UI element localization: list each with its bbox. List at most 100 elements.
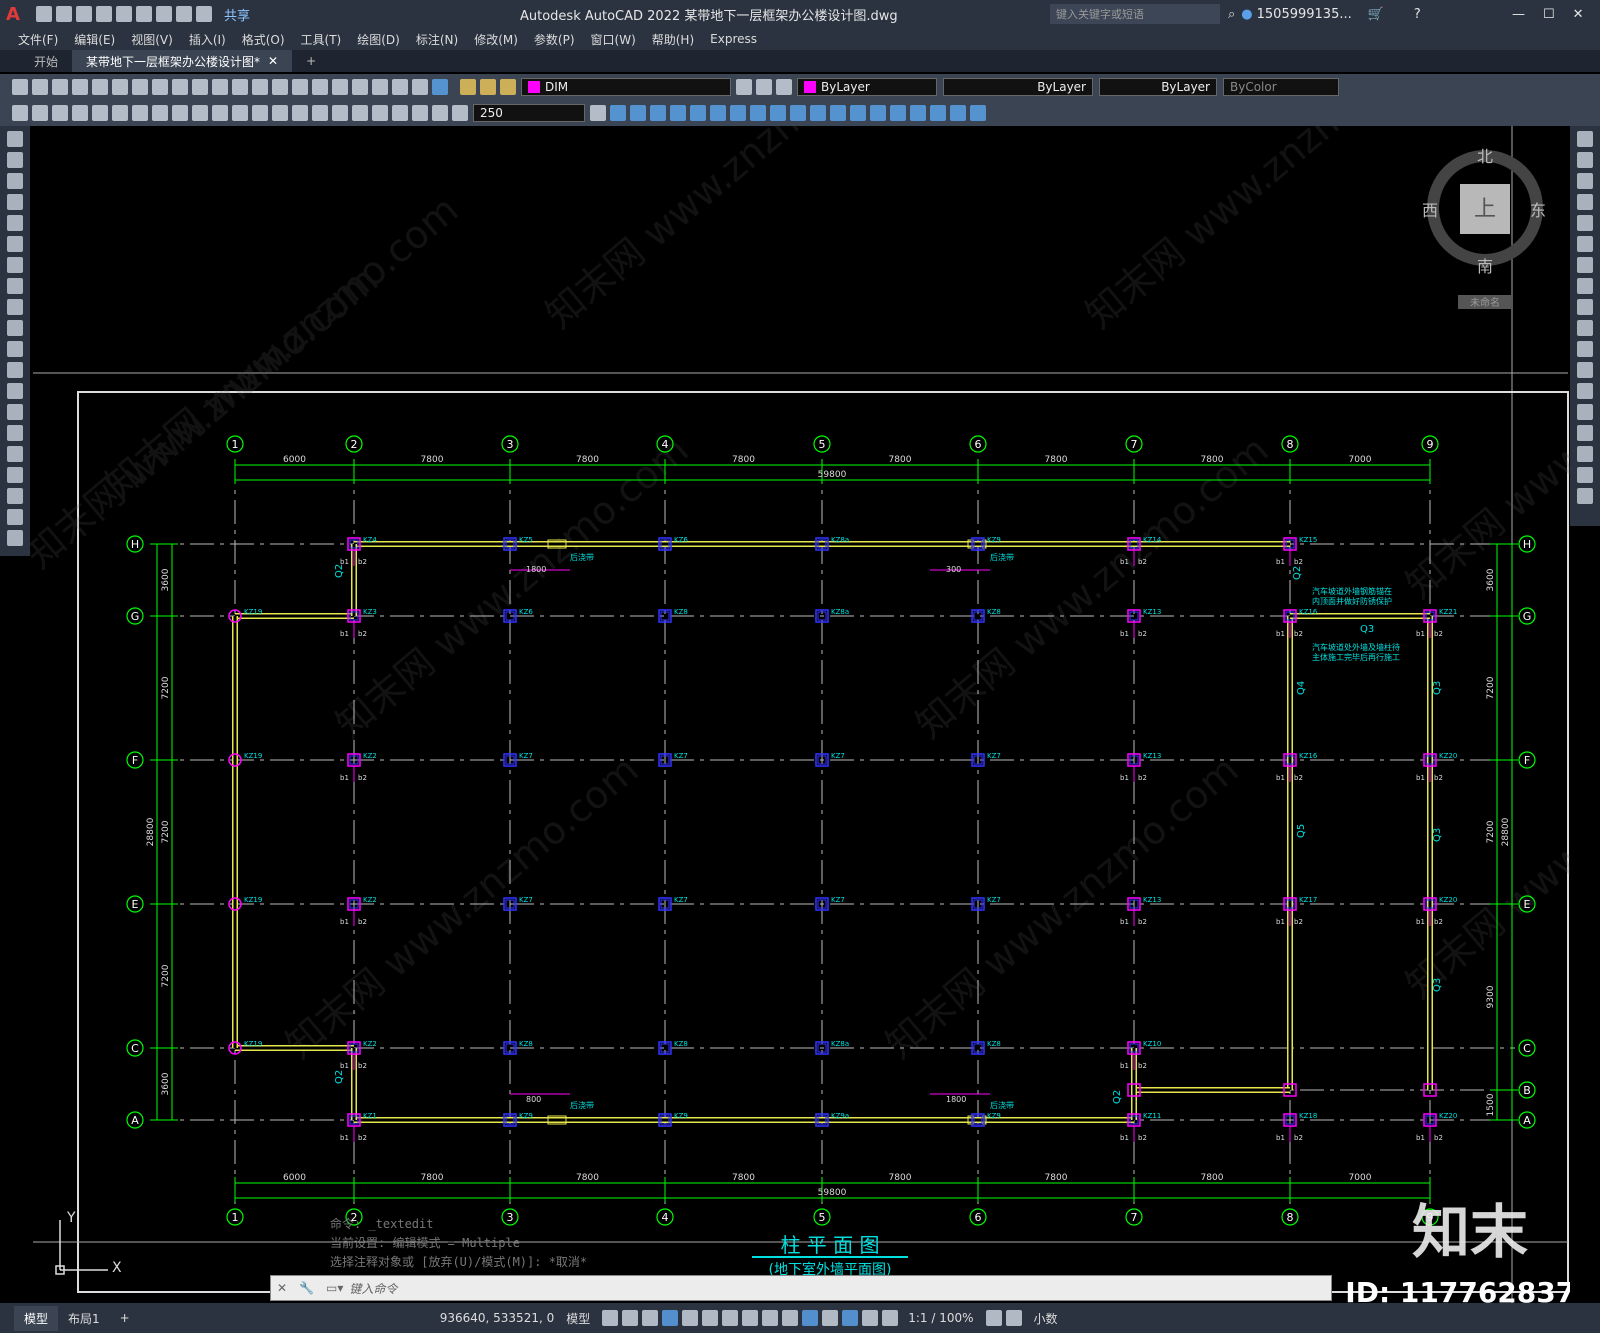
explode-icon[interactable] <box>1577 488 1593 504</box>
region-icon[interactable] <box>870 105 886 121</box>
blend-icon[interactable] <box>1577 467 1593 483</box>
layer-freeze-icon[interactable] <box>480 79 496 95</box>
cmd-customize-icon[interactable]: 🔧 <box>293 1281 320 1295</box>
plotstyle-dropdown[interactable]: ByColor <box>1223 78 1339 96</box>
circle-icon[interactable] <box>7 257 23 273</box>
share-button[interactable]: 共享 <box>224 5 250 24</box>
layer-lock-icon[interactable] <box>500 79 516 95</box>
copy-object-icon[interactable] <box>1577 152 1593 168</box>
menu-item-1[interactable]: 编辑(E) <box>66 31 123 48</box>
close-button[interactable]: ✕ <box>1573 7 1584 22</box>
zoom-icon[interactable] <box>272 79 288 95</box>
dim-aligned-icon[interactable] <box>92 105 108 121</box>
cmd-close-icon[interactable]: ✕ <box>271 1281 293 1295</box>
ortho-icon[interactable] <box>642 1310 659 1326</box>
add-selected-icon[interactable] <box>7 530 23 546</box>
viewcube-north[interactable]: 北 <box>1477 147 1493 166</box>
spline-icon[interactable] <box>7 299 23 315</box>
dim-radius-icon[interactable] <box>152 105 168 121</box>
open-web-icon[interactable] <box>115 6 132 22</box>
insert-icon[interactable] <box>630 105 646 121</box>
dynamic-ucs-icon[interactable] <box>802 1310 819 1326</box>
dim-diameter-icon[interactable] <box>192 105 208 121</box>
dim-ordinate-icon[interactable] <box>132 105 148 121</box>
pan-icon[interactable] <box>252 79 268 95</box>
point-icon[interactable] <box>7 404 23 420</box>
annotation-visibility-icon[interactable] <box>862 1310 879 1326</box>
viewcube-west[interactable]: 西 <box>1422 201 1438 220</box>
new-icon[interactable] <box>35 6 52 22</box>
filter-icon[interactable] <box>822 1310 839 1326</box>
layer-on-icon[interactable] <box>460 79 476 95</box>
add-layout-button[interactable]: + <box>110 1307 140 1329</box>
menu-item-11[interactable]: 帮助(H) <box>644 31 702 48</box>
arc-icon[interactable] <box>7 236 23 252</box>
plot-icon[interactable] <box>155 6 172 22</box>
join-icon[interactable] <box>1577 404 1593 420</box>
mirror-icon[interactable] <box>1577 173 1593 189</box>
xref-icon[interactable] <box>690 105 706 121</box>
copy-icon[interactable] <box>152 79 168 95</box>
publish-icon[interactable] <box>112 79 128 95</box>
model-space-toggle[interactable]: 模型 <box>566 1310 590 1327</box>
polygon-icon[interactable] <box>7 194 23 210</box>
units-dropdown[interactable]: 小数 <box>1034 1310 1058 1327</box>
autocad-logo[interactable]: A <box>6 4 20 25</box>
menu-item-0[interactable]: 文件(F) <box>10 31 66 48</box>
dim-arc-icon[interactable] <box>112 105 128 121</box>
rotate-icon[interactable] <box>1577 257 1593 273</box>
polar-icon[interactable] <box>662 1310 679 1326</box>
tolerance-icon[interactable] <box>332 105 348 121</box>
dim-update-icon[interactable] <box>452 105 468 121</box>
saveas-icon[interactable] <box>95 6 112 22</box>
menu-item-10[interactable]: 窗口(W) <box>583 31 644 48</box>
plot-icon[interactable] <box>32 105 48 121</box>
cut-icon[interactable] <box>132 79 148 95</box>
break-point-icon[interactable] <box>1577 362 1593 378</box>
dim-break-icon[interactable] <box>312 105 328 121</box>
layer-dropdown[interactable]: DIM <box>521 78 731 96</box>
table-icon[interactable] <box>7 488 23 504</box>
cart-icon[interactable]: 🛒 <box>1368 7 1384 22</box>
group-icon[interactable] <box>790 105 806 121</box>
save-icon[interactable] <box>75 6 92 22</box>
line-icon[interactable] <box>7 131 23 147</box>
designcenter-icon[interactable] <box>332 79 348 95</box>
lineweight-icon[interactable] <box>742 1310 759 1326</box>
grid-icon[interactable] <box>602 1310 619 1326</box>
wipeout-icon[interactable] <box>970 105 986 121</box>
menu-item-3[interactable]: 插入(I) <box>181 31 234 48</box>
extend-icon[interactable] <box>1577 341 1593 357</box>
dim-textedit-icon[interactable] <box>432 105 448 121</box>
linetype-dropdown[interactable]: ByLayer <box>943 78 1093 96</box>
ole-icon[interactable] <box>750 105 766 121</box>
drawing-canvas[interactable]: 知末网 www.znzmo.com知末网 www.znzmo.com 知末网 ww… <box>30 126 1570 1303</box>
mtext-icon[interactable] <box>910 105 926 121</box>
properties-icon[interactable] <box>312 79 328 95</box>
isodraft-icon[interactable] <box>682 1310 699 1326</box>
save-icon[interactable] <box>52 79 68 95</box>
insert-block-icon[interactable] <box>7 362 23 378</box>
layers-icon[interactable] <box>52 105 68 121</box>
break-icon[interactable] <box>1577 383 1593 399</box>
user-name[interactable]: 1505999135... <box>1257 7 1352 22</box>
open-icon[interactable] <box>55 6 72 22</box>
search-icon[interactable]: ⌕ <box>1228 7 1235 22</box>
dim-space-icon[interactable] <box>292 105 308 121</box>
print-icon[interactable] <box>72 79 88 95</box>
menu-item-4[interactable]: 格式(O) <box>234 31 293 48</box>
dim-angular-icon[interactable] <box>212 105 228 121</box>
help-icon[interactable] <box>432 79 448 95</box>
toolpalette-icon[interactable] <box>352 79 368 95</box>
command-line[interactable]: ✕ 🔧 ▭▾ 键入命令 <box>270 1275 1332 1301</box>
selection-cycling-icon[interactable] <box>782 1310 799 1326</box>
autoscale-icon[interactable] <box>882 1310 899 1326</box>
scale-icon[interactable] <box>1577 278 1593 294</box>
point-icon[interactable] <box>930 105 946 121</box>
layer-previous-icon[interactable] <box>736 79 752 95</box>
markup-icon[interactable] <box>392 79 408 95</box>
annotation-scale[interactable]: 1:1 / 100% <box>908 1311 973 1325</box>
layer-properties-icon[interactable] <box>776 79 792 95</box>
dimstyle-icon[interactable] <box>590 105 606 121</box>
xline-icon[interactable] <box>7 152 23 168</box>
